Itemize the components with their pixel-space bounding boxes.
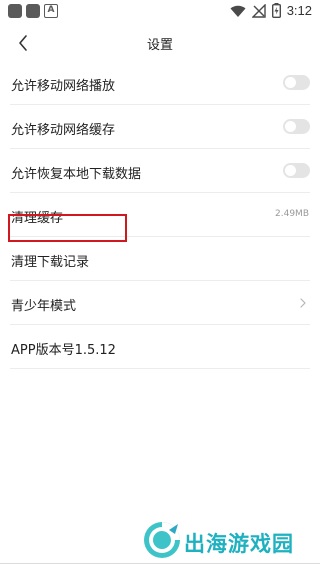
- setting-label: 允许移动网络播放: [11, 79, 116, 94]
- watermark-logo-icon: [144, 522, 180, 558]
- app-version-item: APP版本号1.5.12: [10, 325, 310, 369]
- toggle-knob: [285, 165, 296, 176]
- page-title: 设置: [146, 38, 173, 53]
- setting-label: 允许移动网络缓存: [11, 123, 116, 138]
- setting-row-mobile-cache: 允许移动网络缓存: [10, 105, 310, 149]
- watermark: 出海游戏园: [142, 520, 312, 566]
- no-signal-icon: [251, 3, 266, 18]
- clear-download-history-item[interactable]: 清理下载记录: [10, 237, 310, 281]
- watermark-text: 出海游戏园: [184, 532, 294, 556]
- app-version-label: APP版本号1.5.12: [11, 343, 116, 358]
- youth-mode-item[interactable]: 青少年模式: [10, 281, 310, 325]
- clear-cache-item[interactable]: 清理缓存 2.49MB: [10, 193, 310, 237]
- restore-downloads-toggle[interactable]: [283, 163, 310, 178]
- setting-row-mobile-play: 允许移动网络播放: [10, 61, 310, 105]
- status-notifications: A: [8, 4, 58, 18]
- status-time: 3:12: [286, 3, 312, 18]
- cache-size-value: 2.49MB: [275, 209, 309, 219]
- mobile-play-toggle[interactable]: [283, 75, 310, 90]
- a-letter-icon: A: [44, 4, 58, 18]
- chevron-right-icon: [300, 298, 306, 308]
- status-system-icons: 3:12: [230, 3, 312, 18]
- toggle-knob: [285, 121, 296, 132]
- setting-label: 青少年模式: [11, 299, 77, 314]
- notification-square-icon: [26, 4, 40, 18]
- setting-label: 清理缓存: [11, 211, 64, 226]
- settings-list: 允许移动网络播放 允许移动网络缓存 允许恢复本地下载数据 清理缓存 2.49MB…: [0, 61, 320, 369]
- battery-charging-icon: [271, 3, 281, 18]
- setting-label: 允许恢复本地下载数据: [11, 167, 142, 182]
- status-bar: A 3:12: [0, 0, 320, 24]
- header: 设置: [0, 28, 320, 58]
- toggle-knob: [285, 77, 296, 88]
- mobile-cache-toggle[interactable]: [283, 119, 310, 134]
- setting-label: 清理下载记录: [11, 255, 90, 270]
- notification-square-icon: [8, 4, 22, 18]
- wifi-icon: [230, 5, 246, 17]
- setting-row-restore-downloads: 允许恢复本地下载数据: [10, 149, 310, 193]
